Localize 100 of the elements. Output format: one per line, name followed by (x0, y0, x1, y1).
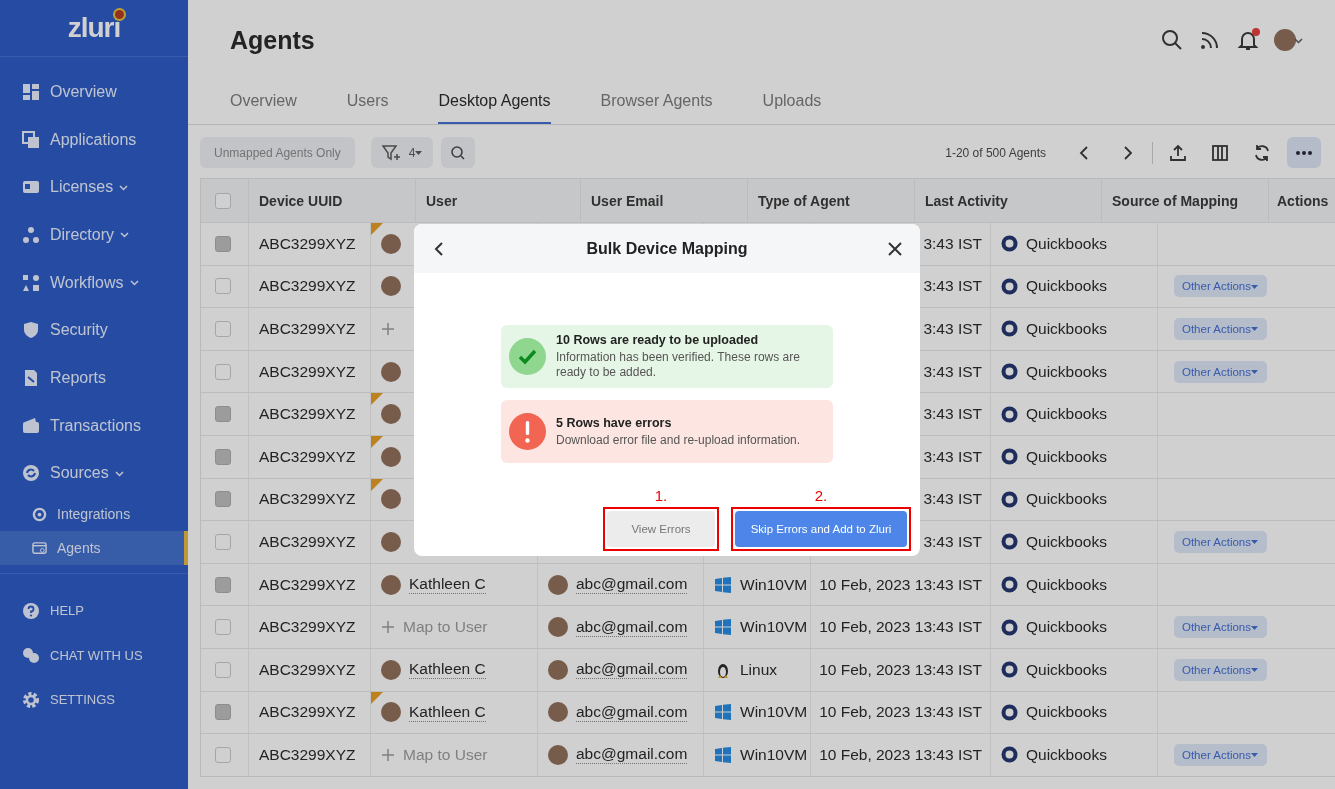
sidebar-item[interactable]: Licenses (0, 163, 188, 212)
select-all-checkbox[interactable] (215, 192, 231, 209)
sidebar-item[interactable]: Overview (0, 68, 188, 116)
avatar (381, 361, 401, 382)
row-checkbox[interactable] (215, 661, 231, 678)
sidebar-item[interactable]: CHAT WITH US (0, 632, 188, 678)
alert-text: Information has been verified. These rows are ready to be added. (556, 350, 801, 380)
search-icon[interactable] (1160, 28, 1184, 52)
alert-title: 10 Rows are ready to be uploaded (556, 333, 760, 347)
tab[interactable]: Desktop Agents (438, 80, 551, 124)
sidebar-item[interactable]: Workflows (0, 258, 188, 307)
source-name: Quickbooks (1026, 745, 1107, 764)
table-cell: ABC3299XYZ (249, 478, 371, 521)
avatar (381, 404, 401, 425)
windows-icon (714, 618, 732, 637)
upload-icon (1168, 142, 1188, 163)
ring-logo-icon (1001, 576, 1018, 594)
avatar (381, 659, 401, 680)
zluri-logo: zluri (67, 12, 121, 44)
avatar (548, 659, 568, 680)
more-button[interactable] (1287, 137, 1321, 168)
other-actions-dropdown[interactable]: Other Actions (1173, 616, 1267, 639)
other-actions-dropdown[interactable]: Other Actions (1173, 318, 1267, 340)
sidebar-item[interactable]: Directory (0, 211, 188, 259)
table-cell: ABC3299XYZ (249, 648, 371, 691)
row-checkbox[interactable] (215, 746, 231, 763)
other-actions-dropdown[interactable]: Other Actions (1173, 530, 1267, 553)
source-name: Quickbooks (1026, 234, 1107, 253)
refresh-icon (1252, 142, 1272, 163)
caret-down-icon (414, 148, 424, 157)
search-button[interactable] (441, 137, 476, 168)
avatar (381, 574, 401, 595)
column-header: Source of Mapping (1102, 179, 1269, 222)
filter-count-dropdown[interactable]: 4 (408, 145, 424, 160)
ring-logo-icon (1001, 533, 1018, 551)
tab[interactable]: Users (346, 80, 389, 124)
sidebar-item[interactable]: Transactions (0, 401, 188, 450)
row-checkbox[interactable] (215, 619, 231, 636)
source-name: Quickbooks (1026, 320, 1107, 338)
caret-down-icon (1250, 750, 1259, 760)
user-email: abc@gmail.com (576, 617, 688, 637)
avatar (381, 446, 401, 467)
chevron-down-icon (1294, 35, 1303, 45)
avatar (381, 489, 401, 510)
skip-and-add-button[interactable]: Skip Errors and Add to Zluri (735, 511, 907, 547)
table-cell: 10 Feb, 2023 13:43 IST (811, 734, 991, 776)
annotation-number: 2. (814, 487, 828, 504)
table-cell: ABC3299XYZ (249, 734, 371, 776)
profile-menu-button[interactable] (1274, 29, 1303, 51)
tab[interactable]: Overview (230, 80, 297, 124)
source-name: Quickbooks (1026, 490, 1107, 509)
table-cell: ABC3299XYZ (249, 691, 371, 734)
avatar (548, 744, 568, 765)
table-cell: 10 Feb, 2023 13:43 IST (811, 691, 991, 734)
user-name[interactable]: Kathleen C (409, 660, 486, 680)
sidebar-item[interactable]: Security (0, 306, 188, 355)
other-actions-dropdown[interactable]: Other Actions (1173, 658, 1267, 681)
map-to-user-link[interactable]: Map to User (403, 745, 488, 764)
sidebar-subitem[interactable]: Agents (0, 531, 188, 566)
other-actions-dropdown[interactable]: Other Actions (1173, 360, 1267, 383)
sidebar-item[interactable]: Reports (0, 354, 188, 402)
source-name: Quickbooks (1026, 447, 1107, 466)
table-cell: ABC3299XYZ (249, 223, 371, 265)
sidebar-item[interactable]: Applications (0, 115, 188, 164)
chat-bubbles-icon (22, 646, 40, 665)
row-checkbox[interactable] (215, 533, 231, 550)
user-email: abc@gmail.com (576, 575, 688, 595)
windows-stack-icon (22, 130, 40, 149)
column-header: Device UUID (249, 179, 416, 222)
view-errors-button[interactable]: View Errors (607, 511, 715, 547)
other-actions-dropdown[interactable]: Other Actions (1173, 743, 1267, 766)
plus-icon (381, 747, 395, 762)
sidebar-item[interactable]: SETTINGS (0, 677, 188, 723)
unmapped-agents-filter[interactable]: Unmapped Agents Only (200, 137, 355, 168)
report-icon (22, 368, 40, 387)
caret-down-icon (1250, 324, 1259, 334)
sidebar-item[interactable]: Sources (0, 449, 188, 498)
ring-logo-icon (1001, 618, 1018, 636)
sidebar-item[interactable]: HELP (0, 588, 188, 633)
table-cell: ABC3299XYZ (249, 521, 371, 563)
source-name: Quickbooks (1026, 660, 1107, 679)
avatar (548, 702, 568, 723)
row-checkbox[interactable] (215, 278, 231, 295)
ring-logo-icon (1001, 277, 1018, 295)
row-checkbox[interactable] (215, 321, 231, 337)
other-actions-dropdown[interactable]: Other Actions (1173, 275, 1267, 298)
avatar (548, 574, 568, 595)
ring-logo-icon (1001, 235, 1018, 253)
sync-circle-icon (22, 464, 40, 483)
row-checkbox[interactable] (215, 363, 231, 380)
table-cell: ABC3299XYZ (249, 265, 371, 308)
tab[interactable]: Uploads (762, 80, 822, 124)
table-cell: ABC3299XYZ (249, 435, 371, 478)
alert-text: Download error file and re-upload information. (556, 432, 801, 448)
agent-type: Win10VM (740, 618, 808, 637)
modal-title: Bulk Device Mapping (585, 239, 749, 258)
map-to-user-link[interactable]: Map to User (403, 618, 488, 637)
tab[interactable]: Browser Agents (600, 80, 713, 124)
avatar (1274, 29, 1296, 51)
filter-plus-icon[interactable] (380, 142, 401, 163)
